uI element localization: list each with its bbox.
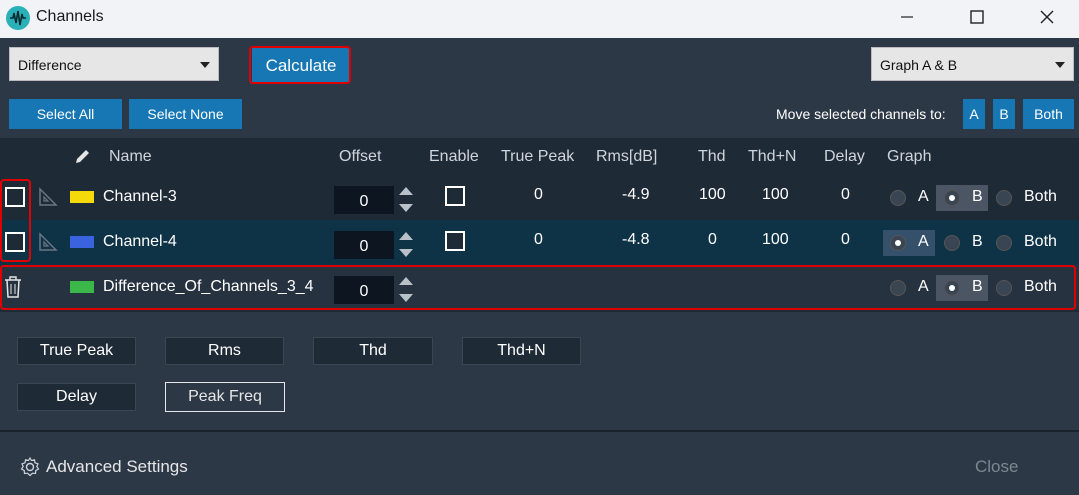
true-peak-value: 0 — [534, 186, 543, 203]
graph-radio-a[interactable] — [890, 280, 906, 296]
spin-down-icon[interactable] — [399, 204, 413, 212]
app-waveform-icon — [6, 6, 30, 30]
thd-stat-button[interactable]: Thd — [313, 337, 433, 365]
chevron-down-icon — [200, 62, 210, 68]
true-peak-value: 0 — [534, 231, 543, 248]
advanced-settings-link[interactable]: Advanced Settings — [46, 457, 188, 477]
close-window-button[interactable] — [1012, 0, 1079, 34]
header-enable: Enable — [429, 148, 479, 165]
spin-down-icon[interactable] — [399, 294, 413, 302]
maximize-button[interactable] — [942, 0, 1012, 34]
graph-radio-both-label: Both — [1024, 278, 1057, 295]
spin-up-icon[interactable] — [399, 277, 413, 285]
graph-radio-both-label: Both — [1024, 233, 1057, 250]
gear-icon[interactable] — [19, 456, 41, 478]
graph-radio-both[interactable] — [996, 280, 1012, 296]
footer: Advanced Settings Close — [0, 432, 1079, 495]
header-thdn: Thd+N — [748, 148, 797, 165]
graph-radio-b[interactable] — [944, 280, 960, 296]
graph-radio-a-label: A — [918, 278, 929, 295]
graph-radio-a[interactable] — [890, 190, 906, 206]
minimize-icon — [901, 16, 913, 18]
graph-select[interactable]: Graph A & B — [871, 47, 1074, 81]
table-row: Channel-4 0 0 -4.8 0 100 0 A B Both — [0, 220, 1079, 265]
graph-radio-a-label: A — [918, 188, 929, 205]
rms-value: -4.9 — [622, 186, 650, 203]
delay-stat-button[interactable]: Delay — [17, 383, 136, 411]
title-bar: Channels — [0, 0, 1079, 38]
trash-icon[interactable] — [3, 275, 23, 299]
move-to-a-button[interactable]: A — [963, 99, 985, 129]
channel-color-swatch — [70, 236, 94, 248]
row-select-checkbox[interactable] — [5, 187, 25, 207]
move-channels-label: Move selected channels to: — [776, 106, 946, 122]
edit-pencil-icon — [76, 150, 89, 163]
graph-select-value: Graph A & B — [880, 57, 958, 73]
channel-name: Channel-3 — [103, 188, 177, 205]
window-title: Channels — [36, 8, 104, 25]
header-rms: Rms[dB] — [596, 148, 658, 165]
move-to-b-button[interactable]: B — [993, 99, 1015, 129]
select-all-button[interactable]: Select All — [9, 99, 122, 129]
channel-color-swatch — [70, 191, 94, 203]
header-true-peak: True Peak — [501, 148, 575, 165]
channel-name: Difference_Of_Channels_3_4 — [103, 278, 314, 295]
graph-radio-both[interactable] — [996, 190, 1012, 206]
header-offset: Offset — [339, 148, 382, 165]
thdn-value: 100 — [762, 186, 789, 203]
setsquare-icon — [39, 232, 58, 251]
graph-radio-b[interactable] — [944, 235, 960, 251]
delay-value: 0 — [841, 231, 850, 248]
close-icon — [1040, 10, 1054, 24]
operation-select[interactable]: Difference — [9, 47, 219, 81]
header-delay: Delay — [824, 148, 865, 165]
graph-radio-a[interactable] — [890, 235, 906, 251]
move-to-both-button[interactable]: Both — [1023, 99, 1074, 129]
graph-radio-b-label: B — [972, 233, 983, 250]
spin-down-icon[interactable] — [399, 249, 413, 257]
offset-input[interactable]: 0 — [334, 231, 394, 259]
operation-select-value: Difference — [18, 57, 82, 73]
maximize-icon — [970, 10, 984, 24]
graph-radio-both-label: Both — [1024, 188, 1057, 205]
header-graph: Graph — [887, 148, 932, 165]
spin-up-icon[interactable] — [399, 187, 413, 195]
header-name: Name — [109, 148, 152, 165]
calculate-button[interactable]: Calculate — [252, 48, 350, 82]
graph-radio-b-label: B — [972, 188, 983, 205]
graph-radio-a-label: A — [918, 233, 929, 250]
true-peak-stat-button[interactable]: True Peak — [17, 337, 136, 365]
table-row: Difference_Of_Channels_3_4 0 A B Both — [0, 265, 1079, 310]
setsquare-icon — [39, 187, 58, 206]
offset-input[interactable]: 0 — [334, 276, 394, 304]
channel-name: Channel-4 — [103, 233, 177, 250]
enable-checkbox[interactable] — [445, 186, 465, 206]
peak-freq-stat-button[interactable]: Peak Freq — [165, 382, 285, 412]
thd-value: 100 — [699, 186, 726, 203]
spin-up-icon[interactable] — [399, 232, 413, 240]
thd-value: 0 — [708, 231, 717, 248]
graph-radio-both[interactable] — [996, 235, 1012, 251]
table-row: Channel-3 0 0 -4.9 100 100 0 A B Both — [0, 175, 1079, 220]
close-button[interactable]: Close — [975, 457, 1018, 477]
thdn-value: 100 — [762, 231, 789, 248]
delay-value: 0 — [841, 186, 850, 203]
graph-radio-b-label: B — [972, 278, 983, 295]
graph-radio-b[interactable] — [944, 190, 960, 206]
minimize-button[interactable] — [872, 0, 942, 34]
chevron-down-icon — [1055, 62, 1065, 68]
offset-input[interactable]: 0 — [334, 186, 394, 214]
row-select-checkbox[interactable] — [5, 232, 25, 252]
rms-value: -4.8 — [622, 231, 650, 248]
rms-stat-button[interactable]: Rms — [165, 337, 284, 365]
header-thd: Thd — [698, 148, 726, 165]
select-none-button[interactable]: Select None — [129, 99, 242, 129]
channel-color-swatch — [70, 281, 94, 293]
thdn-stat-button[interactable]: Thd+N — [462, 337, 581, 365]
enable-checkbox[interactable] — [445, 231, 465, 251]
